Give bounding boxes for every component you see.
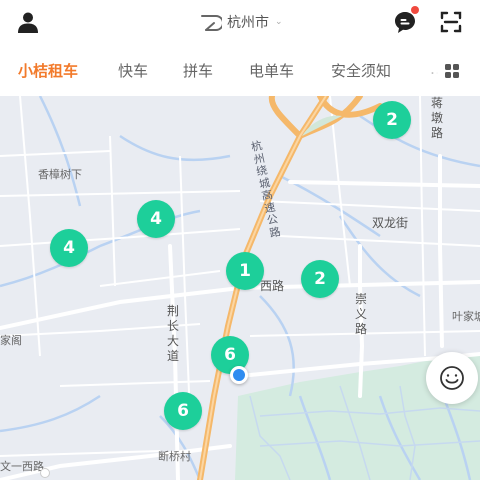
top-bar: 杭州市 ⌄	[0, 0, 480, 46]
didi-logo-icon	[201, 15, 222, 31]
cluster-2-east[interactable]: 2	[301, 260, 339, 298]
user-avatar-icon[interactable]	[16, 10, 40, 34]
map-label-xilu: 西路	[260, 279, 285, 293]
map-label-yejia: 叶家塘	[452, 310, 480, 323]
city-label: 杭州市	[227, 15, 269, 31]
tab-ebike[interactable]: 电单车	[249, 60, 294, 81]
chevron-down-icon: ⌄	[275, 17, 283, 27]
tab-express[interactable]: 快车	[118, 60, 148, 81]
map-pin-handle	[40, 468, 50, 478]
city-selector[interactable]: 杭州市 ⌄	[200, 11, 283, 33]
cluster-4-west[interactable]: 4	[50, 229, 88, 267]
notification-dot	[411, 6, 419, 14]
smiley-assistant-button[interactable]	[426, 352, 478, 404]
cluster-6-lower[interactable]: 6	[164, 392, 202, 430]
cluster-4-center[interactable]: 4	[137, 200, 175, 238]
grid-menu-icon[interactable]	[438, 59, 466, 83]
tabs-fade	[424, 46, 438, 96]
cluster-2-ne[interactable]: 2	[373, 101, 411, 139]
map-label-jiating: 家阁	[0, 334, 22, 347]
map-label-chongyi: 崇义路	[354, 292, 367, 336]
service-tabs: 小桔租车 快车 拼车 电单车 安全须知 …	[0, 46, 480, 96]
map-view[interactable]: 香樟树下 双龙街 西路 家阁 叶家塘 文一西路 断桥村 蒋墩路 荆长大道 崇义路…	[0, 96, 480, 480]
map-label-duanqiao: 断桥村	[158, 450, 191, 463]
tab-safety[interactable]: 安全须知	[331, 60, 391, 81]
cluster-1[interactable]: 1	[226, 252, 264, 290]
map-label-jingchang: 荆长大道	[166, 304, 179, 363]
current-location-marker	[230, 366, 248, 384]
map-label-wenyi: 文一西路	[0, 460, 44, 473]
map-label-xiangzhang: 香樟树下	[38, 168, 82, 181]
smiley-icon	[440, 366, 464, 390]
map-label-jiangdun: 蒋墩路	[430, 96, 443, 140]
scan-icon[interactable]	[439, 10, 463, 34]
map-label-shuanglong: 双龙街	[372, 216, 409, 230]
tab-carpool[interactable]: 拼车	[183, 60, 213, 81]
tab-xiaoju-rental[interactable]: 小桔租车	[18, 60, 78, 81]
